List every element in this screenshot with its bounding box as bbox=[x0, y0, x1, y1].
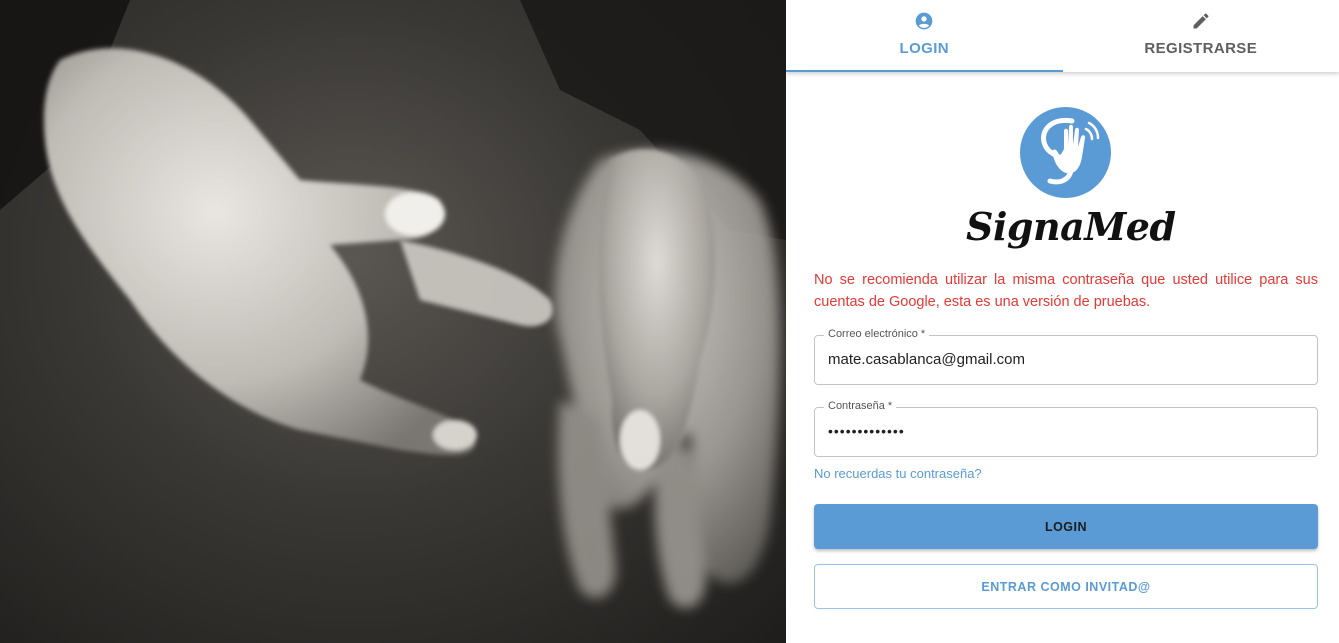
sign-language-hands-photo bbox=[0, 0, 786, 609]
hero-photo bbox=[0, 0, 786, 643]
tab-register-label: REGISTRARSE bbox=[1144, 40, 1258, 57]
guest-login-button[interactable]: ENTRAR COMO INVITAD@ bbox=[814, 564, 1318, 609]
password-field[interactable]: Contraseña * bbox=[814, 400, 1318, 457]
login-button[interactable]: LOGIN bbox=[814, 504, 1318, 549]
login-panel: LOGIN REGISTRARSE SignaMed No se recomie… bbox=[786, 0, 1339, 643]
password-input[interactable] bbox=[828, 423, 1298, 439]
email-field[interactable]: Correo electrónico * bbox=[814, 328, 1318, 385]
tab-login-label: LOGIN bbox=[899, 40, 949, 57]
brand-name: SignaMed bbox=[966, 204, 1176, 249]
email-input[interactable] bbox=[828, 351, 1298, 368]
pencil-icon bbox=[1193, 13, 1209, 29]
password-label: Contraseña * bbox=[824, 400, 897, 412]
email-label: Correo electrónico * bbox=[824, 328, 930, 340]
hand-wave-logo-icon bbox=[1020, 107, 1111, 198]
tab-register[interactable]: REGISTRARSE bbox=[1063, 0, 1339, 72]
forgot-password-link[interactable]: No recuerdas tu contraseña? bbox=[814, 466, 982, 481]
tab-login[interactable]: LOGIN bbox=[786, 0, 1063, 72]
auth-tabs: LOGIN REGISTRARSE bbox=[786, 0, 1339, 72]
account-circle-icon bbox=[915, 12, 933, 30]
warning-message: No se recomienda utilizar la misma contr… bbox=[814, 272, 1318, 310]
